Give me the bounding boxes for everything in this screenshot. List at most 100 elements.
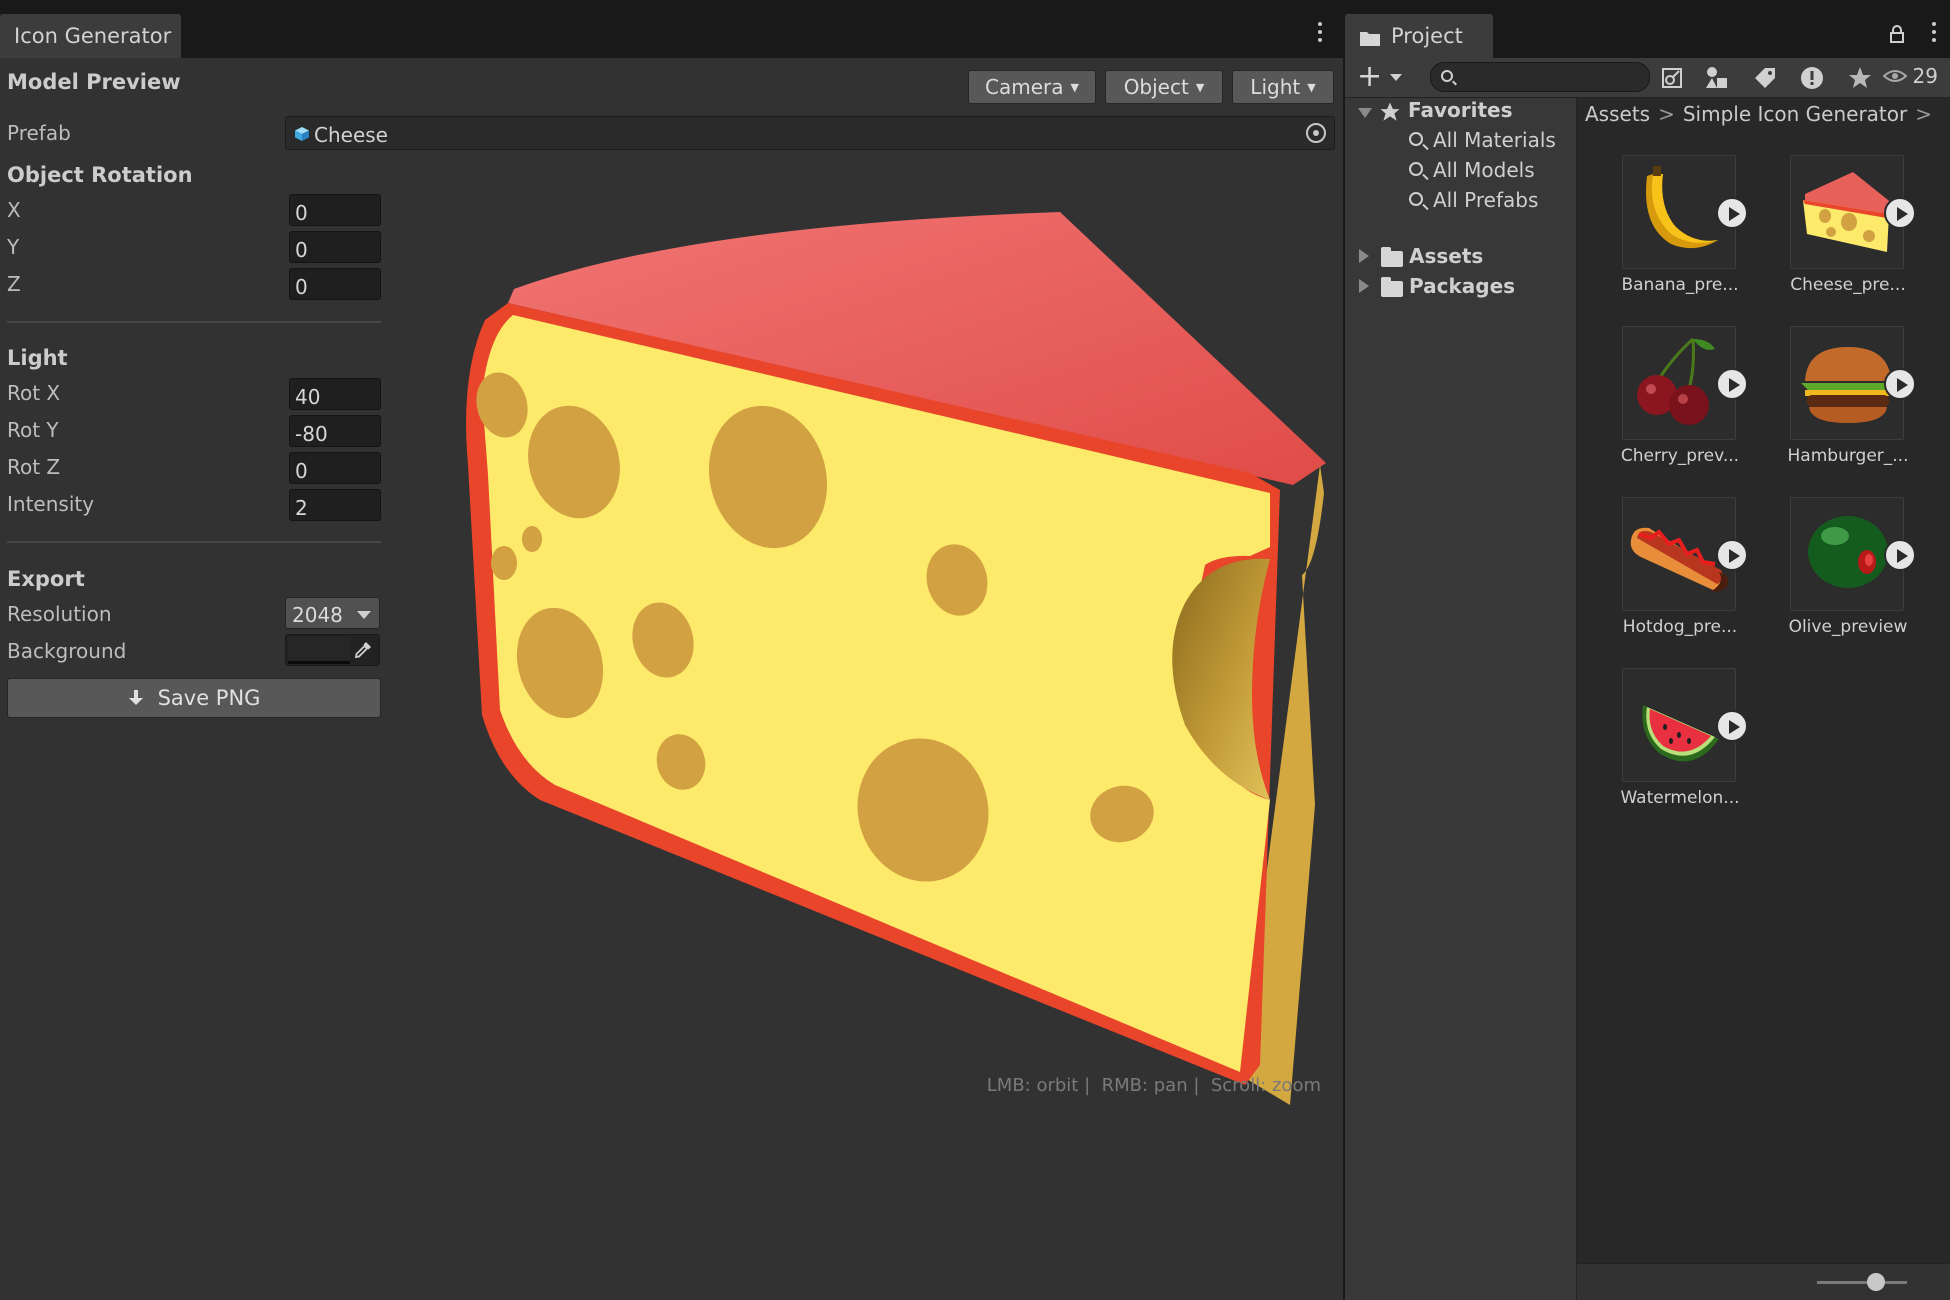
- rotation-x-field[interactable]: 0: [289, 194, 381, 226]
- caret-down-icon: ▼: [1070, 80, 1079, 94]
- camera-menu-button[interactable]: Camera ▼: [968, 70, 1096, 104]
- project-window: Project + 29 Favorites All Materials All…: [1345, 0, 1950, 1300]
- prefab-cube-icon: [295, 127, 309, 141]
- light-rot-z-label: Rot Z: [7, 455, 61, 479]
- asset-label: Cherry_prev...: [1620, 446, 1740, 466]
- tree-item-all-prefabs[interactable]: All Prefabs: [1433, 188, 1538, 212]
- play-preview-button[interactable]: [1884, 368, 1916, 400]
- export-title: Export: [7, 567, 85, 591]
- play-preview-button[interactable]: [1716, 539, 1748, 571]
- object-rotation-title: Object Rotation: [7, 163, 193, 187]
- asset-label: Hamburger_...: [1787, 446, 1909, 466]
- tab-icon-generator[interactable]: Icon Generator: [0, 14, 181, 58]
- cheese-model: [466, 212, 1326, 1105]
- background-color-field[interactable]: [285, 634, 380, 666]
- rotation-z-field[interactable]: 0: [289, 268, 381, 300]
- light-rot-y-label: Rot Y: [7, 418, 59, 442]
- rotation-y-label: Y: [7, 235, 20, 259]
- light-menu-label: Light: [1250, 75, 1301, 99]
- search-icon: [1409, 192, 1423, 206]
- chevron-right-icon: >: [1915, 102, 1932, 126]
- folder-icon: [1381, 277, 1403, 297]
- project-toolbar: + 29: [1345, 58, 1950, 98]
- play-preview-button[interactable]: [1716, 710, 1748, 742]
- hidden-packages-count: 29: [1912, 64, 1938, 88]
- object-menu-button[interactable]: Object ▼: [1105, 70, 1223, 104]
- play-preview-button[interactable]: [1716, 368, 1748, 400]
- folder-icon: [1381, 247, 1403, 267]
- model-preview-title: Model Preview: [7, 70, 181, 94]
- log-warning-icon[interactable]: [1797, 63, 1827, 93]
- more-options-icon[interactable]: [1928, 22, 1940, 46]
- search-icon: [1441, 70, 1453, 82]
- eye-icon[interactable]: [1883, 68, 1907, 84]
- expand-arrow-icon[interactable]: [1359, 279, 1369, 293]
- chevron-down-icon: [357, 611, 371, 619]
- light-title: Light: [7, 346, 68, 370]
- rotation-y-field[interactable]: 0: [289, 231, 381, 263]
- light-intensity-label: Intensity: [7, 492, 95, 516]
- breadcrumb-item-simple-icon-generator[interactable]: Simple Icon Generator: [1683, 102, 1907, 126]
- icon-size-slider-handle[interactable]: [1867, 1273, 1885, 1291]
- rotation-z-label: Z: [7, 272, 21, 296]
- prefab-value: Cheese: [314, 123, 388, 147]
- caret-down-icon: ▼: [1195, 80, 1205, 94]
- expand-arrow-icon[interactable]: [1359, 249, 1369, 263]
- search-by-type-icon[interactable]: [1657, 63, 1687, 93]
- prefab-field[interactable]: Cheese: [285, 116, 1335, 150]
- light-menu-button[interactable]: Light ▼: [1232, 70, 1334, 104]
- project-tab-label: Project: [1391, 24, 1463, 48]
- tree-item-assets[interactable]: Assets: [1409, 244, 1483, 268]
- favorite-star-icon[interactable]: [1845, 63, 1875, 93]
- object-picker-icon[interactable]: [1306, 123, 1326, 143]
- project-bottom-bar: [1577, 1263, 1950, 1300]
- asset-label: Hotdog_pre...: [1622, 617, 1738, 637]
- model-preview-viewport[interactable]: [390, 155, 1340, 1105]
- viewport-hint: LMB: orbit | RMB: pan | Scroll: zoom: [986, 1075, 1321, 1096]
- icon-size-slider-track[interactable]: [1817, 1281, 1907, 1284]
- create-plus-icon[interactable]: +: [1357, 62, 1382, 92]
- lock-icon[interactable]: [1889, 24, 1905, 44]
- background-color-swatch[interactable]: [288, 637, 350, 661]
- eyedropper-icon[interactable]: [352, 639, 374, 661]
- tree-item-all-models[interactable]: All Models: [1433, 158, 1535, 182]
- project-tabbar: Project: [1345, 0, 1950, 58]
- chevron-right-icon: >: [1658, 102, 1675, 126]
- asset-label: Banana_pre...: [1621, 275, 1739, 295]
- tab-project[interactable]: Project: [1345, 14, 1493, 58]
- save-png-label: Save PNG: [157, 686, 261, 710]
- play-preview-button[interactable]: [1716, 197, 1748, 229]
- light-rot-x-field[interactable]: 40: [289, 378, 381, 410]
- play-preview-button[interactable]: [1884, 539, 1916, 571]
- expand-arrow-icon[interactable]: [1358, 108, 1372, 118]
- icon-generator-tabbar: Icon Generator: [0, 0, 1343, 58]
- tree-item-packages[interactable]: Packages: [1409, 274, 1515, 298]
- caret-down-icon: ▼: [1307, 80, 1316, 94]
- object-menu-label: Object: [1123, 75, 1189, 99]
- prefab-label: Prefab: [7, 121, 71, 145]
- resolution-value: 2048: [292, 603, 343, 627]
- filter-by-type-icon[interactable]: [1702, 63, 1732, 93]
- light-intensity-field[interactable]: 2: [289, 489, 381, 521]
- breadcrumb: Assets > Simple Icon Generator >: [1577, 98, 1950, 130]
- alpha-bar: [288, 661, 350, 664]
- tree-item-all-materials[interactable]: All Materials: [1433, 128, 1556, 152]
- background-label: Background: [7, 639, 127, 663]
- filter-by-label-icon[interactable]: [1750, 63, 1780, 93]
- resolution-dropdown[interactable]: 2048: [285, 597, 380, 629]
- tree-item-favorites[interactable]: Favorites: [1408, 98, 1513, 122]
- asset-label: Olive_preview: [1788, 617, 1908, 637]
- folder-icon: [1360, 32, 1380, 46]
- section-divider: [7, 541, 381, 543]
- save-png-button[interactable]: Save PNG: [7, 678, 381, 718]
- favorites-star-icon: [1380, 102, 1400, 121]
- light-rot-z-field[interactable]: 0: [289, 452, 381, 484]
- resolution-label: Resolution: [7, 602, 112, 626]
- caret-down-icon[interactable]: [1390, 74, 1402, 81]
- play-preview-button[interactable]: [1884, 197, 1916, 229]
- light-rot-y-field[interactable]: -80: [289, 415, 381, 447]
- project-search-input[interactable]: [1430, 62, 1650, 92]
- section-divider: [7, 321, 381, 323]
- more-options-icon[interactable]: [1314, 22, 1326, 46]
- breadcrumb-item-assets[interactable]: Assets: [1585, 102, 1650, 126]
